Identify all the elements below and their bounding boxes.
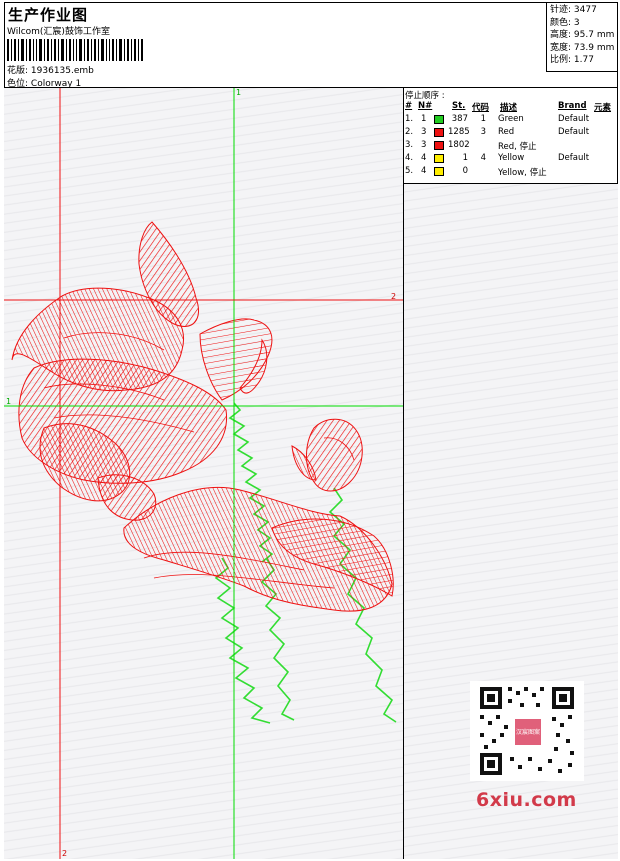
table-row: 3. 3 1802 Red, 停止 bbox=[404, 140, 618, 153]
cell-stitches: 1802 bbox=[448, 140, 470, 150]
stop-sequence-title: 停止顺序 : bbox=[405, 91, 445, 101]
qr-center-label: 汉宸图案 bbox=[516, 728, 540, 736]
watermark: 6xiu.com bbox=[476, 789, 577, 811]
table-row: 4. 4 1 4 Yellow Default bbox=[404, 153, 618, 166]
cell-desc: Green bbox=[498, 114, 524, 124]
color-swatch bbox=[434, 115, 444, 124]
table-row: 1. 1 387 1 Green Default bbox=[404, 114, 618, 127]
cell-stitches: 387 bbox=[451, 114, 468, 124]
design-line: 花版: 1936135.emb bbox=[7, 66, 94, 76]
guide-v2-label: 2 bbox=[62, 849, 67, 858]
stat-scale: 比例: 1.77 bbox=[550, 55, 594, 65]
design-value: 1936135.emb bbox=[30, 66, 94, 76]
cell-num: 3. bbox=[405, 140, 414, 150]
barcode bbox=[7, 39, 143, 61]
design-label: 花版 bbox=[7, 66, 26, 76]
cell-desc: Red bbox=[498, 127, 515, 137]
header: 生产作业图 Wilcom(汇宸)鼓饰工作室 花版: 1936135.emb 色位… bbox=[4, 2, 618, 89]
cell-brand: Default bbox=[558, 114, 590, 124]
embroidery-preview: 1 1 2 2 bbox=[4, 88, 403, 859]
cell-brand: Default bbox=[558, 153, 590, 163]
design-canvas: 1 1 2 2 bbox=[4, 88, 404, 859]
cell-num: 5. bbox=[405, 166, 414, 176]
cell-code: 4 bbox=[480, 153, 486, 163]
cell-n: 3 bbox=[421, 127, 427, 137]
table-row: 5. 4 0 Yellow, 停止 bbox=[404, 166, 618, 179]
cell-code: 3 bbox=[480, 127, 486, 137]
cell-num: 2. bbox=[405, 127, 414, 137]
guide-h2-label: 2 bbox=[391, 292, 396, 301]
cell-code: 1 bbox=[480, 114, 486, 124]
page-title: 生产作业图 bbox=[8, 6, 89, 24]
color-swatch bbox=[434, 167, 444, 176]
color-swatch bbox=[434, 154, 444, 163]
company-name: Wilcom(汇宸)鼓饰工作室 bbox=[7, 27, 110, 37]
cell-stitches: 0 bbox=[462, 166, 468, 176]
cell-stitches: 1 bbox=[462, 153, 468, 163]
cell-desc: Red, 停止 bbox=[498, 142, 537, 152]
stats-panel: 针迹: 3477 颜色: 3 高度: 95.7 mm 宽度: 73.9 mm 比… bbox=[546, 2, 618, 72]
guide-v1-label: 1 bbox=[236, 88, 241, 97]
color-swatch bbox=[434, 128, 444, 137]
stat-width: 宽度: 73.9 mm bbox=[550, 42, 615, 53]
qr-code: 汉宸图案 bbox=[470, 681, 584, 781]
cell-num: 1. bbox=[405, 114, 414, 124]
cell-num: 4. bbox=[405, 153, 414, 163]
cell-n: 4 bbox=[421, 166, 427, 176]
stat-stitches: 针迹: 3477 bbox=[550, 5, 597, 15]
stat-colors: 颜色: 3 bbox=[550, 17, 580, 28]
cell-desc: Yellow bbox=[498, 153, 525, 163]
cell-desc: Yellow, 停止 bbox=[498, 168, 547, 178]
cell-stitches: 1285 bbox=[448, 127, 470, 137]
table-row: 2. 3 1285 3 Red Default bbox=[404, 127, 618, 140]
table-header: # N# St. 代码 描述 Brand 元素 bbox=[405, 101, 612, 113]
stop-sequence-table: 停止顺序 : # N# St. 代码 描述 Brand 元素 1. 1 387 1 Gr… bbox=[404, 88, 618, 184]
cell-n: 1 bbox=[421, 114, 427, 124]
stat-height: 高度: 95.7 mm bbox=[550, 30, 615, 40]
guide-h1-label: 1 bbox=[6, 397, 11, 406]
cell-n: 4 bbox=[421, 153, 427, 163]
cell-brand: Default bbox=[558, 127, 590, 137]
color-swatch bbox=[434, 141, 444, 150]
cell-n: 3 bbox=[421, 140, 427, 150]
